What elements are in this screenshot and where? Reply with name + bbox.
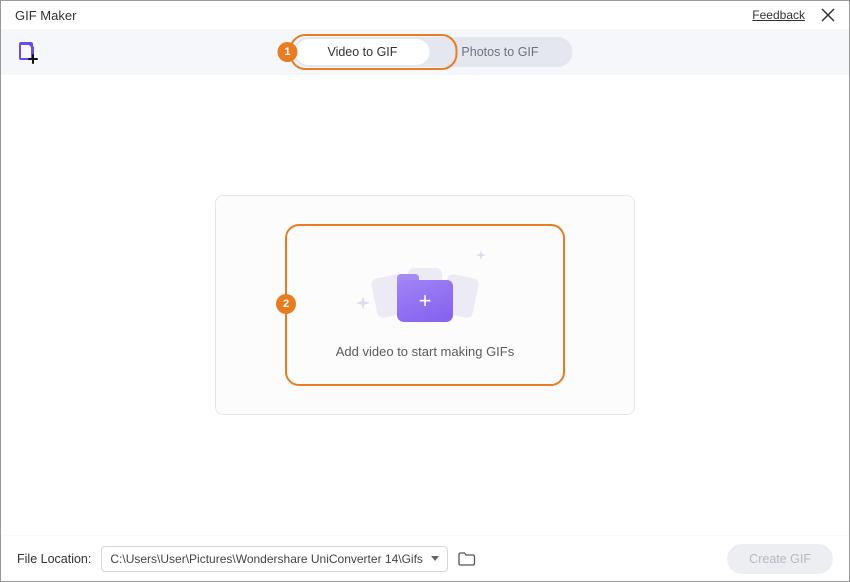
open-folder-icon[interactable] [458,552,476,566]
titlebar: GIF Maker Feedback [1,1,849,29]
tab-video-to-gif[interactable]: Video to GIF [295,39,429,65]
chevron-down-icon [431,556,439,561]
feedback-link[interactable]: Feedback [752,8,805,22]
create-gif-button[interactable]: Create GIF [727,544,833,574]
footer: File Location: C:\Users\User\Pictures\Wo… [1,535,849,581]
tab-group: Video to GIF Photos to GIF [293,37,572,67]
close-icon[interactable] [821,8,835,22]
file-location-select[interactable]: C:\Users\User\Pictures\Wondershare UniCo… [101,546,448,572]
dropzone-text: Add video to start making GIFs [336,344,514,359]
add-video-dropzone[interactable]: 2 + Add video to start making GIFs [285,224,565,386]
toolbar: 1 Video to GIF Photos to GIF [1,29,849,75]
sparkle-icon [356,296,370,310]
titlebar-actions: Feedback [752,8,835,22]
tab-photos-to-gif[interactable]: Photos to GIF [429,39,570,65]
app-logo-icon [15,40,39,64]
mode-tabs: 1 Video to GIF Photos to GIF [277,37,572,67]
window-title: GIF Maker [15,8,76,23]
callout-badge-2: 2 [276,294,296,314]
main-area: 2 + Add video to start making GIFs [1,75,849,535]
callout-badge-1: 1 [277,42,297,62]
sparkle-icon [476,250,486,260]
dropzone-illustration: + [360,252,490,322]
drop-panel: 2 + Add video to start making GIFs [215,195,635,415]
file-location-path: C:\Users\User\Pictures\Wondershare UniCo… [110,552,423,566]
file-location-label: File Location: [17,552,91,566]
folder-plus-icon: + [397,280,453,322]
